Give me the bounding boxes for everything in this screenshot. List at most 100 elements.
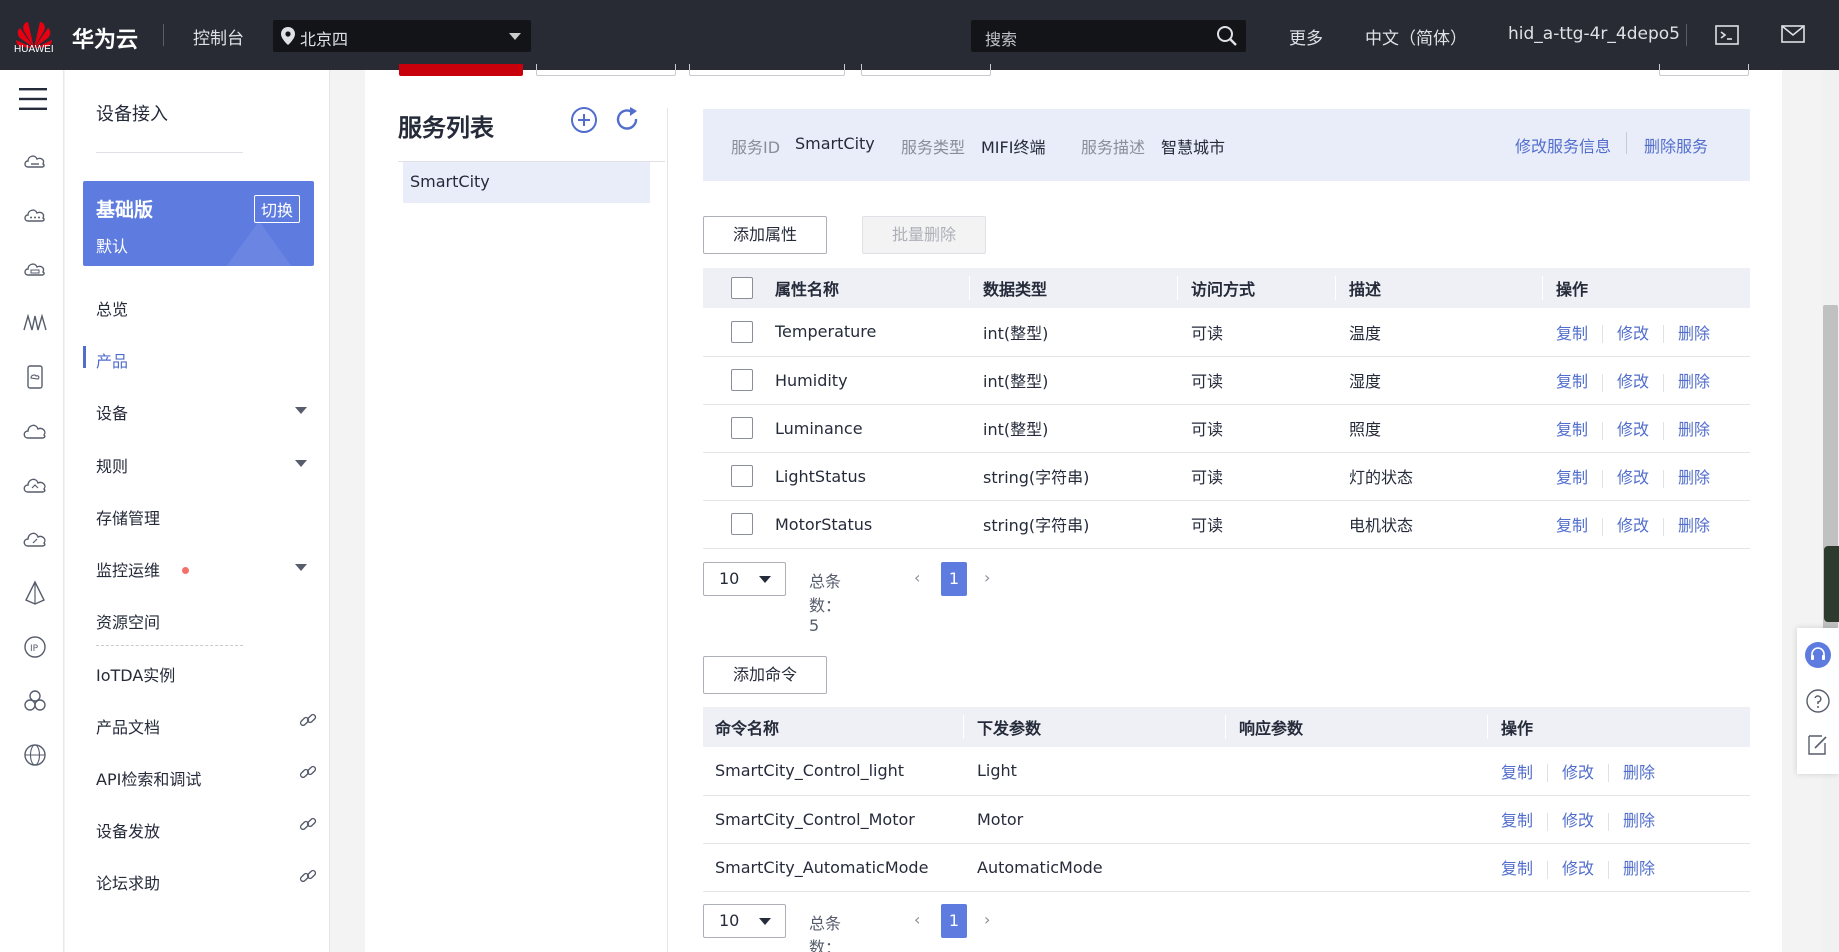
tab[interactable] xyxy=(689,64,845,76)
region-selector[interactable]: 北京四 xyxy=(273,20,531,52)
row-checkbox[interactable] xyxy=(731,417,753,439)
customer-service-icon[interactable] xyxy=(1805,642,1831,668)
sidebar-item-overview[interactable]: 总览 xyxy=(96,296,128,320)
widget-handle[interactable] xyxy=(1824,546,1839,622)
help-icon[interactable] xyxy=(1805,688,1831,714)
search-icon[interactable] xyxy=(1216,25,1238,47)
globe-icon[interactable] xyxy=(22,742,48,768)
row-checkbox[interactable] xyxy=(731,465,753,487)
row-checkbox[interactable] xyxy=(731,320,753,343)
next-page-button[interactable]: › xyxy=(984,568,990,587)
delete-link[interactable]: 删除 xyxy=(1623,859,1655,878)
active-tab[interactable] xyxy=(399,64,523,76)
waveform-icon[interactable] xyxy=(22,310,48,336)
sidebar-item-iotda-instance[interactable]: IoTDA实例 xyxy=(96,662,175,686)
external-link-icon[interactable] xyxy=(299,711,317,729)
sidebar-item-products[interactable]: 产品 xyxy=(96,348,128,372)
chevron-down-icon[interactable] xyxy=(295,407,307,414)
cluster-icon[interactable] xyxy=(22,688,48,714)
sidebar-item-device-provisioning[interactable]: 设备发放 xyxy=(96,818,160,842)
external-link-icon[interactable] xyxy=(299,763,317,781)
service-type-value: MIFI终端 xyxy=(981,138,1046,157)
edit-service-link[interactable]: 修改服务信息 xyxy=(1515,133,1611,157)
edit-link[interactable]: 修改 xyxy=(1617,420,1649,439)
delete-link[interactable]: 删除 xyxy=(1623,763,1655,782)
switch-edition-button[interactable]: 切换 xyxy=(253,195,300,223)
sidebar-item-rules[interactable]: 规则 xyxy=(96,453,128,477)
delete-link[interactable]: 删除 xyxy=(1678,420,1710,439)
sidebar-item-devices[interactable]: 设备 xyxy=(96,400,128,424)
sidebar-item-forum[interactable]: 论坛求助 xyxy=(96,870,160,894)
current-page[interactable]: 1 xyxy=(941,562,967,596)
prev-page-button[interactable]: ‹ xyxy=(914,910,920,929)
copy-link[interactable]: 复制 xyxy=(1556,420,1588,439)
prev-page-button[interactable]: ‹ xyxy=(914,568,920,587)
external-link-icon[interactable] xyxy=(299,815,317,833)
refresh-icon[interactable] xyxy=(613,106,641,134)
delete-link[interactable]: 删除 xyxy=(1678,468,1710,487)
copy-link[interactable]: 复制 xyxy=(1556,372,1588,391)
feedback-icon[interactable] xyxy=(1805,732,1831,758)
sidebar-item-monitoring[interactable]: 监控运维 xyxy=(96,557,160,581)
sidebar-item-product-docs[interactable]: 产品文档 xyxy=(96,714,160,738)
row-checkbox[interactable] xyxy=(731,513,753,535)
batch-delete-button[interactable]: 批量删除 xyxy=(862,216,986,254)
edit-link[interactable]: 修改 xyxy=(1617,468,1649,487)
copy-link[interactable]: 复制 xyxy=(1556,468,1588,487)
brand-name[interactable]: 华为云 xyxy=(72,22,138,54)
current-page[interactable]: 1 xyxy=(941,904,967,938)
copy-link[interactable]: 复制 xyxy=(1556,516,1588,535)
mail-icon[interactable] xyxy=(1781,24,1805,44)
edit-link[interactable]: 修改 xyxy=(1562,811,1594,830)
sidebar-item-api-explorer[interactable]: API检索和调试 xyxy=(96,766,201,790)
add-circle-icon[interactable] xyxy=(570,106,598,134)
tab[interactable] xyxy=(536,64,676,76)
page-size-select[interactable]: 10 xyxy=(703,562,786,596)
cloud-server-icon[interactable] xyxy=(22,148,48,174)
copy-link[interactable]: 复制 xyxy=(1501,859,1533,878)
external-link-icon[interactable] xyxy=(299,867,317,885)
delete-link[interactable]: 删除 xyxy=(1678,516,1710,535)
add-property-button[interactable]: 添加属性 xyxy=(703,216,827,254)
chevron-down-icon[interactable] xyxy=(295,564,307,571)
search-input[interactable]: 搜索 xyxy=(971,20,1246,52)
cloud-dots-icon[interactable] xyxy=(22,202,48,228)
user-account[interactable]: hid_a-ttg-4r_4depo5 xyxy=(1508,24,1680,44)
copy-link[interactable]: 复制 xyxy=(1501,811,1533,830)
tab[interactable] xyxy=(861,64,991,76)
sidebar-item-resource-space[interactable]: 资源空间 xyxy=(96,609,160,633)
service-list-item[interactable]: SmartCity xyxy=(403,162,650,203)
top-right-button[interactable] xyxy=(1659,64,1749,76)
copy-link[interactable]: 复制 xyxy=(1501,763,1533,782)
sidebar-item-storage[interactable]: 存储管理 xyxy=(96,505,160,529)
language-selector[interactable]: 中文（简体） xyxy=(1365,24,1467,49)
device-icon[interactable] xyxy=(22,364,48,390)
cloud-gauge-icon[interactable] xyxy=(22,526,48,552)
sidebar-divider xyxy=(96,645,243,646)
select-all-checkbox[interactable] xyxy=(731,277,753,299)
edit-link[interactable]: 修改 xyxy=(1562,763,1594,782)
delete-link[interactable]: 删除 xyxy=(1678,324,1710,343)
more-menu[interactable]: 更多 xyxy=(1289,24,1323,49)
row-checkbox[interactable] xyxy=(731,369,753,391)
page-size-select[interactable]: 10 xyxy=(703,904,786,938)
next-page-button[interactable]: › xyxy=(984,910,990,929)
ip-icon[interactable]: IP xyxy=(22,634,48,660)
hamburger-menu-icon[interactable] xyxy=(19,87,47,111)
add-command-button[interactable]: 添加命令 xyxy=(703,656,827,694)
edit-link[interactable]: 修改 xyxy=(1562,859,1594,878)
cloud-upload-icon[interactable] xyxy=(22,472,48,498)
chevron-down-icon[interactable] xyxy=(295,460,307,467)
delete-service-link[interactable]: 删除服务 xyxy=(1644,133,1708,157)
delete-link[interactable]: 删除 xyxy=(1623,811,1655,830)
copy-link[interactable]: 复制 xyxy=(1556,324,1588,343)
edit-link[interactable]: 修改 xyxy=(1617,516,1649,535)
edit-link[interactable]: 修改 xyxy=(1617,324,1649,343)
cloud-icon[interactable] xyxy=(22,418,48,444)
console-link[interactable]: 控制台 xyxy=(193,24,244,49)
edit-link[interactable]: 修改 xyxy=(1617,372,1649,391)
terminal-icon[interactable] xyxy=(1715,24,1739,46)
pyramid-icon[interactable] xyxy=(22,580,48,606)
delete-link[interactable]: 删除 xyxy=(1678,372,1710,391)
cloud-db-icon[interactable] xyxy=(22,256,48,282)
